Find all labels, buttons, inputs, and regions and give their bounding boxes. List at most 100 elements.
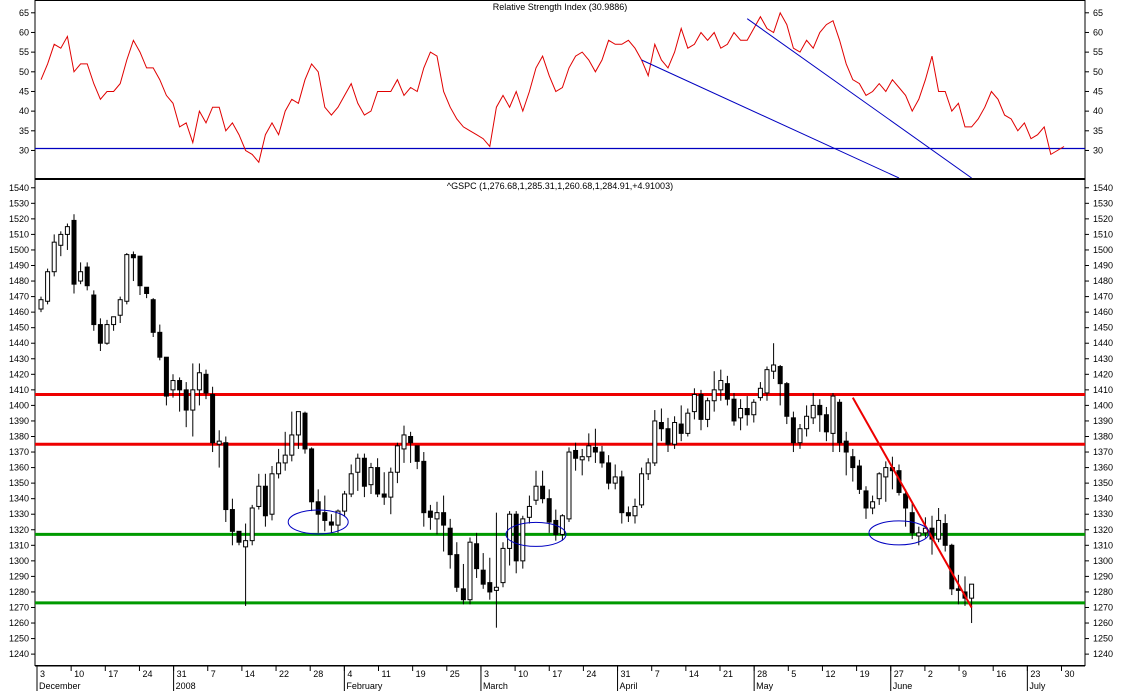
price-tick-label-left: 1530 — [9, 198, 29, 208]
candle-down — [315, 501, 321, 515]
candle-down — [375, 467, 381, 495]
x-tick-label: 27 — [894, 669, 904, 679]
price-tick-label-right: 1360 — [1093, 463, 1113, 473]
candle-up — [104, 324, 110, 344]
price-tick-label-left: 1310 — [9, 540, 29, 550]
rsi-tick-label-left: 65 — [19, 8, 29, 18]
price-tick-label-left: 1470 — [9, 292, 29, 302]
candle-down — [790, 417, 796, 444]
x-tick-label: 28 — [757, 669, 767, 679]
price-tick-label-right: 1530 — [1093, 198, 1113, 208]
candle-up — [45, 271, 51, 302]
x-tick-label: 11 — [382, 669, 391, 679]
price-tick-label-right: 1320 — [1093, 525, 1113, 535]
candle-down — [903, 493, 909, 509]
price-tick-label-left: 1300 — [9, 556, 29, 566]
candle-down — [592, 446, 598, 453]
rsi-tick-label-right: 65 — [1093, 8, 1103, 18]
price-tick-label-right: 1240 — [1093, 649, 1113, 659]
candle-down — [678, 423, 684, 434]
candle-down — [480, 569, 486, 585]
price-tick-label-right: 1470 — [1093, 292, 1113, 302]
candle-up — [691, 394, 697, 413]
chart-root: Relative Strength Index (30.9886) 30 30 35… — [0, 0, 1122, 691]
candle-up — [883, 467, 889, 478]
price-tick-label-left: 1520 — [9, 214, 29, 224]
x-tick-label: 31 — [621, 669, 631, 679]
candle-up — [342, 493, 348, 512]
x-tick-label: 19 — [416, 669, 426, 679]
x-tick-label: 4 — [347, 669, 352, 679]
candle-down — [302, 412, 308, 450]
price-tick-label-right: 1370 — [1093, 447, 1113, 457]
x-tick-label: 24 — [142, 669, 152, 679]
price-tick-label-left: 1400 — [9, 400, 29, 410]
candle-up — [500, 547, 506, 584]
candle-up — [533, 485, 539, 501]
candle-up — [38, 299, 44, 310]
candle-up — [467, 541, 473, 601]
candle-up — [870, 501, 876, 509]
candle-down — [665, 428, 671, 445]
candle-down — [447, 527, 453, 556]
rsi-tick-label-right: 55 — [1093, 47, 1103, 57]
candle-up — [249, 507, 255, 542]
x-tick-label: 21 — [723, 669, 733, 679]
price-tick-label-left: 1490 — [9, 260, 29, 270]
price-tick-label-right: 1250 — [1093, 634, 1113, 644]
candle-up — [282, 454, 288, 464]
candle-up — [256, 485, 262, 507]
candle-up — [368, 467, 374, 486]
candle-down — [229, 509, 235, 532]
candle-up — [586, 445, 592, 458]
price-tick-label-left: 1440 — [9, 338, 29, 348]
month-label: July — [1029, 681, 1046, 691]
x-tick-label: 30 — [1065, 669, 1075, 679]
candle-down — [658, 422, 664, 430]
candle-down — [91, 294, 97, 326]
candle-up — [685, 412, 691, 434]
price-tick-label-left: 1330 — [9, 509, 29, 519]
price-tick-label-left: 1450 — [9, 323, 29, 333]
candle-down — [144, 286, 150, 294]
candle-up — [394, 445, 400, 473]
price-tick-label-left: 1290 — [9, 571, 29, 581]
x-tick-label: 23 — [1030, 669, 1040, 679]
candle-up — [295, 411, 301, 436]
candle-down — [698, 394, 704, 420]
candle-up — [797, 428, 803, 444]
price-tick-label-left: 1360 — [9, 463, 29, 473]
price-tick-label-right: 1480 — [1093, 276, 1113, 286]
candle-down — [553, 519, 559, 535]
candle-down — [540, 485, 546, 500]
price-tick-label-left: 1460 — [9, 307, 29, 317]
x-tick-label: 25 — [450, 669, 460, 679]
rsi-tick-label-left: 40 — [19, 106, 29, 116]
month-label: May — [756, 681, 774, 691]
candle-down — [843, 440, 849, 453]
price-tick-label-right: 1410 — [1093, 385, 1113, 395]
candle-down — [203, 373, 209, 394]
price-tick-label-left: 1260 — [9, 618, 29, 628]
candle-down — [856, 465, 862, 490]
candle-up — [652, 420, 658, 464]
candle-down — [949, 544, 955, 590]
price-tick-label-left: 1500 — [9, 245, 29, 255]
rsi-tick-label-right: 45 — [1093, 86, 1103, 96]
candle-down — [942, 523, 948, 546]
candle-up — [711, 389, 717, 402]
candle-up — [401, 434, 407, 450]
candle-down — [784, 383, 790, 417]
candle-down — [163, 356, 169, 397]
candle-up — [936, 519, 942, 540]
rsi-tick-label-right: 30 — [1093, 145, 1103, 155]
candle-up — [632, 505, 638, 517]
x-tick-label: 12 — [825, 669, 835, 679]
candle-up — [111, 316, 117, 326]
candle-down — [421, 460, 427, 514]
candle-down — [625, 512, 631, 517]
candle-down — [427, 510, 433, 518]
candle-up — [170, 380, 176, 391]
x-tick-label: 10 — [74, 669, 84, 679]
x-tick-label: 31 — [177, 669, 187, 679]
